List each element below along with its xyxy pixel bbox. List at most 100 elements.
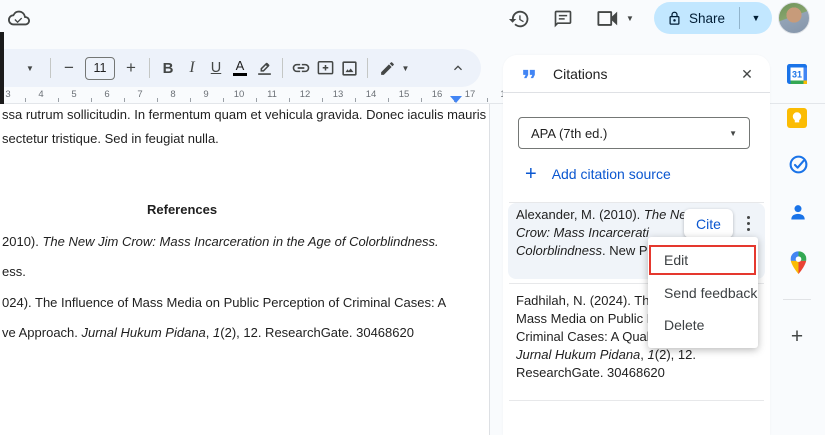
- google-contacts-icon[interactable]: [788, 202, 808, 222]
- citations-panel-header: Citations ✕: [503, 55, 770, 93]
- ruler-number: 5: [71, 89, 76, 100]
- share-dropdown-caret[interactable]: ▼: [740, 13, 772, 23]
- share-label: Share: [689, 11, 725, 26]
- ruler-tick: [124, 98, 125, 102]
- reference-entry-line: 024). The Influence of Mass Media on Pub…: [2, 295, 446, 310]
- editing-mode-caret-icon: ▼: [402, 64, 410, 73]
- ruler-tick: [322, 98, 323, 102]
- add-app-icon[interactable]: +: [786, 326, 808, 348]
- citation-entry-1-line: Alexander, M. (2010). The Ne: [516, 206, 687, 224]
- ruler-number: 14: [366, 89, 377, 100]
- italic-button[interactable]: I: [180, 55, 204, 81]
- google-tasks-icon[interactable]: [788, 154, 809, 175]
- google-keep-icon[interactable]: [785, 106, 809, 130]
- ruler-number: 7: [137, 89, 142, 100]
- text-color-swatch: [233, 73, 247, 76]
- decrease-font-size-button[interactable]: −: [57, 55, 81, 81]
- add-comment-button[interactable]: [313, 55, 337, 81]
- text-color-button[interactable]: A: [228, 55, 252, 81]
- join-call-button[interactable]: ▼: [597, 10, 634, 27]
- join-call-caret-icon[interactable]: ▼: [626, 14, 634, 23]
- ruler-tick: [58, 98, 59, 102]
- reference-entry-line: ve Approach. Jurnal Hukum Pidana, 1(2), …: [2, 325, 414, 340]
- ruler-tick: [190, 98, 191, 102]
- citation-style-dropdown[interactable]: APA (7th ed.) ▼: [518, 117, 750, 149]
- ruler-number: 12: [300, 89, 311, 100]
- ruler-number: 15: [399, 89, 410, 100]
- reference-entry-line: 2010). The New Jim Crow: Mass Incarcerat…: [2, 234, 439, 249]
- citation-entry-1-line: Crow: Mass Incarcerati: [516, 224, 649, 242]
- toolbar-divider: [282, 58, 283, 78]
- add-citation-source-label: Add citation source: [552, 166, 671, 182]
- document-page[interactable]: ssa rutrum sollicitudin. In fermentum qu…: [0, 104, 490, 435]
- right-indent-marker[interactable]: [450, 96, 462, 103]
- citation-entry-2-line: Jurnal Hukum Pidana, 1(2), 12.: [516, 346, 696, 364]
- citation-style-value: APA (7th ed.): [531, 126, 607, 141]
- svg-text:31: 31: [792, 70, 802, 80]
- ruler-tick: [91, 98, 92, 102]
- highlight-color-button[interactable]: [252, 55, 276, 81]
- font-size-input[interactable]: 11: [85, 57, 115, 80]
- ruler-tick: [289, 98, 290, 102]
- toolbar: ▼ − 11 + B I U A ▼: [0, 49, 481, 87]
- ruler-tick: [487, 98, 488, 102]
- text-color-label: A: [236, 60, 245, 72]
- cloud-saved-icon: [8, 7, 30, 29]
- citation-entry-2-line: Criminal Cases: A Qual: [516, 328, 650, 346]
- citation-more-options-icon[interactable]: [739, 211, 757, 235]
- chevron-down-icon: ▼: [729, 129, 737, 138]
- ruler-tick: [388, 98, 389, 102]
- citation-entry-2-line: ResearchGate. 30468620: [516, 364, 665, 382]
- share-button[interactable]: Share: [654, 11, 739, 26]
- left-edge-strip: [0, 32, 4, 104]
- ruler-number: 10: [234, 89, 245, 100]
- bold-button[interactable]: B: [156, 55, 180, 81]
- rail-divider: [783, 299, 811, 300]
- share-button-group: Share ▼: [654, 2, 772, 34]
- hide-menus-button[interactable]: [446, 55, 470, 81]
- ruler-tick: [421, 98, 422, 102]
- annotation-red-box: [649, 245, 756, 275]
- ruler-number: 13: [333, 89, 344, 100]
- close-icon[interactable]: ✕: [738, 65, 756, 83]
- font-family-caret-icon[interactable]: ▼: [18, 55, 42, 81]
- cite-button[interactable]: Cite: [684, 209, 733, 238]
- menu-item-delete[interactable]: Delete: [664, 317, 704, 333]
- citation-entry-2-line: Fadhilah, N. (2024). Th: [516, 292, 649, 310]
- toolbar-divider: [367, 58, 368, 78]
- insert-image-button[interactable]: [337, 55, 361, 81]
- insert-link-button[interactable]: [289, 55, 313, 81]
- citation-entry-1-line: Colorblindness. New P: [516, 242, 648, 260]
- toolbar-divider: [50, 58, 51, 78]
- citation-entry-2-line: Mass Media on Public P: [516, 310, 655, 328]
- lock-icon: [667, 11, 682, 26]
- toolbar-divider: [149, 58, 150, 78]
- increase-font-size-button[interactable]: +: [119, 55, 143, 81]
- ruler-number: 8: [170, 89, 175, 100]
- ruler-tick: [223, 98, 224, 102]
- references-heading: References: [147, 202, 217, 217]
- account-avatar[interactable]: [778, 2, 810, 34]
- ruler-tick: [256, 98, 257, 102]
- editing-mode-button[interactable]: ▼: [374, 55, 414, 81]
- ruler-tick: [25, 98, 26, 102]
- comment-history-icon[interactable]: [553, 9, 573, 29]
- citations-panel-title: Citations: [553, 66, 607, 82]
- ruler-number: 16: [432, 89, 443, 100]
- list-divider: [509, 400, 764, 401]
- ruler-tick: [157, 98, 158, 102]
- ruler-number: 3: [5, 89, 10, 100]
- google-calendar-icon[interactable]: 31: [785, 62, 809, 86]
- ruler-tick: [355, 98, 356, 102]
- menu-item-send-feedback[interactable]: Send feedback: [664, 285, 757, 301]
- ruler-number: 17: [465, 89, 476, 100]
- plus-icon: +: [525, 165, 537, 183]
- underline-button[interactable]: U: [204, 55, 228, 81]
- ruler-number: 6: [104, 89, 109, 100]
- version-history-icon[interactable]: [508, 8, 530, 30]
- document-text-line: ssa rutrum sollicitudin. In fermentum qu…: [2, 107, 486, 122]
- ruler-number: 9: [203, 89, 208, 100]
- google-maps-icon[interactable]: [788, 250, 809, 277]
- add-citation-source-button[interactable]: + Add citation source: [525, 165, 671, 183]
- reference-entry-line: ess.: [2, 264, 26, 279]
